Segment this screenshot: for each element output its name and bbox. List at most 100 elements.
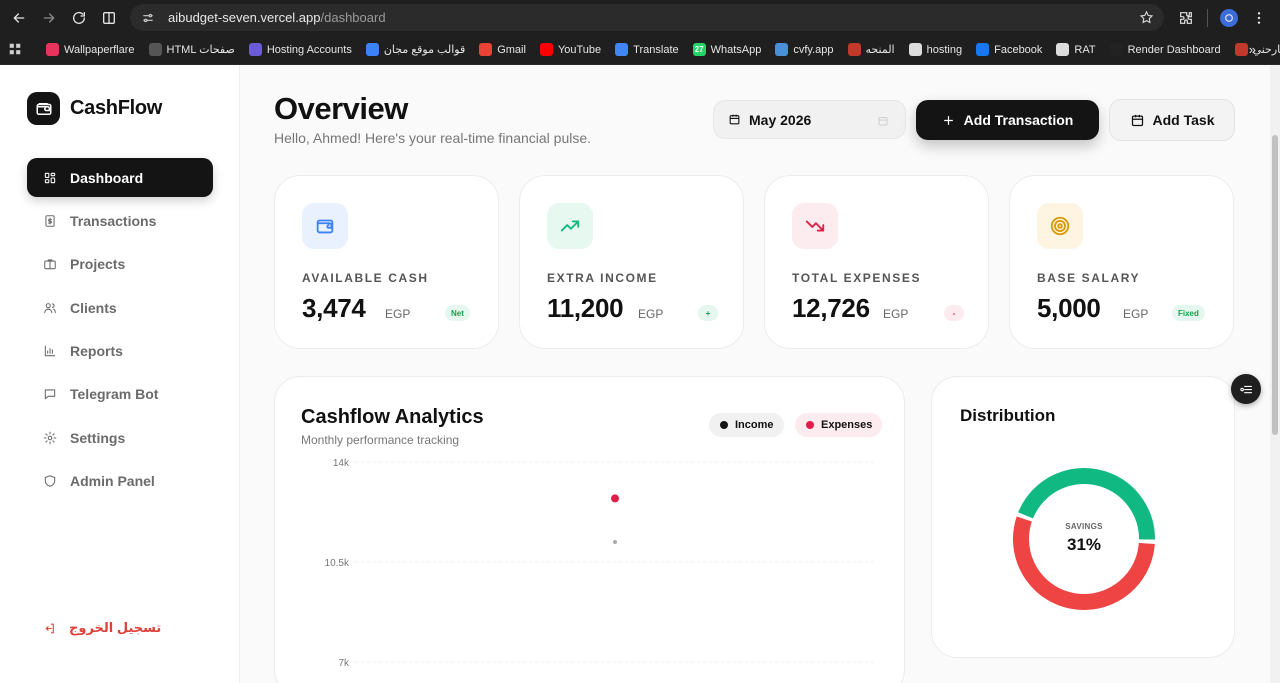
bookmark-item[interactable]: RAT — [1056, 43, 1096, 56]
sidebar: CashFlow Dashboard Transactions Projects Cl… — [0, 65, 240, 683]
sidebar-item-label: Telegram Bot — [70, 386, 159, 403]
docs-icon — [365, 43, 379, 56]
month-picker-value: May 2026 — [749, 111, 812, 128]
bookmark-item[interactable]: Hosting Accounts — [248, 43, 352, 56]
sidebar-item-label: Settings — [70, 429, 126, 446]
bookmark-label: قوالب موقع مجان — [383, 44, 466, 56]
facebook-icon — [976, 43, 990, 56]
sidebar-item-label: Clients — [70, 299, 117, 316]
month-picker[interactable]: May 2026 — [713, 100, 906, 139]
legend-expenses[interactable]: Expenses — [795, 413, 883, 437]
brand[interactable]: CashFlow — [27, 92, 162, 125]
bookmark-item[interactable]: المنحه — [847, 43, 895, 56]
floating-tasks-button[interactable] — [1231, 374, 1261, 404]
profile-button[interactable] — [1214, 3, 1244, 33]
site-info-icon[interactable] — [140, 10, 156, 26]
trending-down-icon — [792, 203, 838, 249]
bookmark-item[interactable]: قوالب موقع مجان — [365, 43, 466, 56]
whatsapp-icon: 27 — [692, 43, 706, 56]
status-badge: + — [698, 305, 718, 321]
back-button[interactable] — [4, 3, 34, 33]
legend-income[interactable]: Income — [709, 413, 784, 437]
extensions-button[interactable] — [1171, 3, 1201, 33]
browser-menu-button[interactable] — [1244, 3, 1274, 33]
sidebar-item-label: Reports — [70, 343, 123, 360]
stat-card-extra-income: EXTRA INCOME 11,200 EGP + — [519, 175, 744, 349]
bookmark-item[interactable]: صارحني — [1234, 43, 1280, 56]
bookmark-label: Hosting Accounts — [266, 43, 352, 56]
infinity-icon — [248, 43, 262, 56]
bookmark-item[interactable]: cvfy.app — [775, 43, 834, 56]
bookmark-label: المنحه — [865, 44, 895, 56]
browser-toolbar: aibudget-seven.vercel.app/dashboard — [0, 0, 1280, 35]
apps-grid-icon[interactable] — [8, 42, 22, 58]
scrollbar-thumb[interactable] — [1272, 135, 1278, 435]
calendar-toggle-icon[interactable] — [877, 114, 889, 126]
bookmark-item[interactable]: HTML صفحات — [148, 43, 235, 56]
sidebar-item-admin-panel[interactable]: Admin Panel — [27, 462, 213, 501]
more-bookmarks-icon[interactable]: » — [1249, 42, 1256, 57]
analytics-subtitle: Monthly performance tracking — [301, 433, 460, 447]
bookmark-label: WhatsApp — [710, 43, 762, 56]
bookmark-item[interactable]: 27 WhatsApp — [692, 43, 762, 56]
bookmark-icon — [847, 43, 861, 56]
shield-icon — [43, 474, 57, 488]
bookmark-item[interactable]: Wallpaperflare — [46, 43, 135, 56]
bookmark-item[interactable]: Render Dashboard — [1109, 43, 1221, 56]
bookmark-label: Translate — [633, 43, 679, 56]
data-point-income[interactable] — [613, 540, 617, 544]
bookmark-item[interactable]: Gmail — [479, 43, 526, 56]
gmail-icon — [479, 43, 493, 56]
sidebar-item-clients[interactable]: Clients — [27, 288, 213, 327]
sidebar-item-telegram-bot[interactable]: Telegram Bot — [27, 375, 213, 414]
stat-label: TOTAL EXPENSES — [792, 271, 922, 285]
sidebar-item-settings[interactable]: Settings — [27, 418, 213, 457]
legend-label: Expenses — [821, 419, 873, 431]
reload-button[interactable] — [64, 3, 94, 33]
bar-chart-icon — [43, 344, 57, 358]
sidebar-item-transactions[interactable]: Transactions — [27, 201, 213, 240]
bookmark-star-icon[interactable] — [1139, 10, 1154, 25]
sidebar-nav: Dashboard Transactions Projects Clients Repo… — [27, 158, 213, 505]
message-icon — [43, 387, 57, 401]
bookmark-label: Wallpaperflare — [64, 43, 135, 56]
profile-avatar — [1220, 8, 1238, 27]
bookmark-item[interactable]: Translate — [615, 43, 679, 56]
split-view-button[interactable] — [94, 3, 124, 33]
wallet-icon — [302, 203, 348, 249]
translate-icon — [615, 43, 629, 56]
page-scrollbar[interactable] — [1270, 65, 1280, 683]
sidebar-item-label: Transactions — [70, 212, 157, 229]
sidebar-item-reports[interactable]: Reports — [27, 332, 213, 371]
logout-button[interactable]: تسجيل الخروج — [43, 620, 161, 636]
page-subtitle: Hello, Ahmed! Here's your real-time fina… — [274, 130, 592, 146]
stat-card-total-expenses: TOTAL EXPENSES 12,726 EGP - — [764, 175, 989, 349]
checklist-icon — [1239, 385, 1252, 393]
add-task-button[interactable]: Add Task — [1109, 99, 1235, 141]
globe-icon — [908, 43, 922, 56]
data-point-expenses[interactable] — [611, 494, 619, 503]
bookmark-item[interactable]: hosting — [908, 43, 962, 56]
add-transaction-button[interactable]: Add Transaction — [916, 100, 1099, 140]
dashboard-icon — [43, 171, 57, 185]
bookmark-item[interactable]: Facebook — [976, 43, 1042, 56]
bookmarks-list: Wallpaperflare HTML صفحات Hosting Accounts… — [46, 43, 1280, 56]
bookmark-label: HTML صفحات — [166, 44, 235, 56]
url-path: /dashboard — [320, 10, 386, 25]
logout-icon — [45, 623, 54, 633]
sidebar-item-dashboard[interactable]: Dashboard — [27, 158, 213, 197]
stat-card-available-cash: AVAILABLE CASH 3,474 EGP Net — [274, 175, 499, 349]
app-root: CashFlow Dashboard Transactions Projects Cl… — [0, 65, 1270, 683]
add-task-label: Add Task — [1152, 112, 1215, 128]
donut-center-value: 31% — [1066, 535, 1102, 554]
wallpaperflare-icon — [46, 43, 59, 56]
forward-button[interactable] — [34, 3, 64, 33]
bookmark-item[interactable]: YouTube — [539, 43, 601, 56]
status-badge: - — [944, 305, 964, 321]
bookmark-label: Render Dashboard — [1127, 43, 1221, 56]
add-transaction-label: Add Transaction — [963, 112, 1074, 128]
sidebar-item-projects[interactable]: Projects — [27, 245, 213, 284]
sidebar-item-label: Projects — [70, 256, 126, 273]
analytics-title: Cashflow Analytics — [301, 406, 484, 428]
address-bar[interactable]: aibudget-seven.vercel.app/dashboard — [130, 4, 1164, 31]
